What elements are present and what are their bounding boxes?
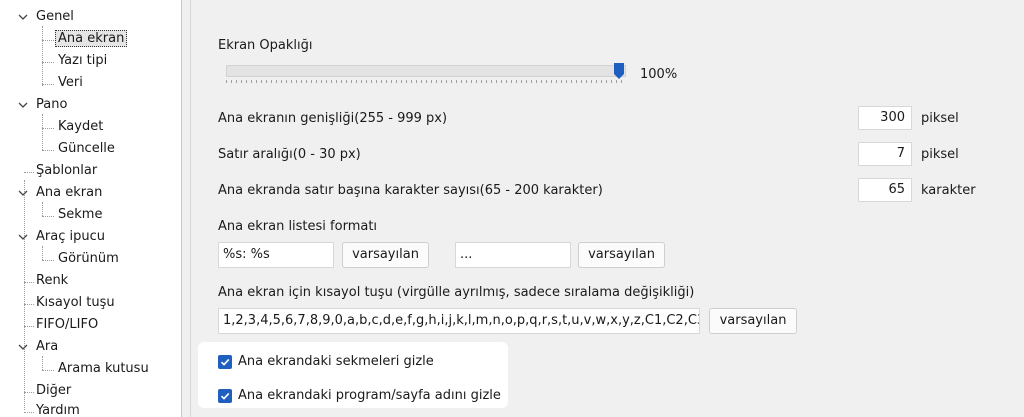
tree-item-label: Ana ekran	[55, 30, 128, 47]
tree-item-pano[interactable]: Pano	[33, 95, 70, 115]
width-label: Ana ekranın genişliği(255 - 999 px)	[218, 111, 448, 126]
line-spacing-input[interactable]: 7	[858, 142, 912, 166]
tree-item-label: Görünüm	[58, 251, 119, 266]
checkbox-checked-icon[interactable]	[218, 355, 232, 369]
tree-item-renk[interactable]: Renk	[33, 271, 71, 291]
tree-item-label: Araç ipucu	[36, 229, 105, 244]
list-format-label: Ana ekran listesi formatı	[218, 219, 378, 234]
settings-tree[interactable]: Genel Ana ekran Yazı tipi Veri Pano Kayd…	[0, 0, 182, 417]
tree-guide	[42, 246, 43, 260]
shortcut-label: Ana ekran için kısayol tuşu (virgülle ay…	[218, 285, 695, 300]
tree-guide	[42, 202, 43, 216]
tree-item-label: Kaydet	[58, 119, 104, 134]
tree-item-kaydet[interactable]: Kaydet	[55, 117, 106, 137]
line-spacing-label: Satır aralığı(0 - 30 px)	[218, 147, 361, 162]
line-spacing-unit: piksel	[921, 147, 959, 162]
tree-item-label: FIFO/LIFO	[36, 317, 99, 332]
chars-per-line-label: Ana ekranda satır başına karakter sayısı…	[218, 183, 603, 198]
tree-item-label: Pano	[36, 97, 68, 112]
tree-item-veri[interactable]: Veri	[55, 73, 86, 93]
tree-item-label: Ana ekran	[36, 185, 103, 200]
chevron-down-icon[interactable]	[18, 96, 30, 116]
hide-program-label: Ana ekrandaki program/sayfa adını gizle	[238, 388, 501, 403]
hide-tabs-label: Ana ekrandaki sekmeleri gizle	[238, 354, 434, 369]
tree-item-label: Diğer	[36, 383, 72, 398]
tree-item-ara[interactable]: Ara	[33, 337, 61, 357]
tree-item-yardim[interactable]: Yardım	[33, 401, 83, 417]
tree-item-diger[interactable]: Diğer	[33, 381, 74, 401]
tree-item-fifo-lifo[interactable]: FIFO/LIFO	[33, 315, 101, 335]
tree-item-label: Arama kutusu	[58, 361, 149, 376]
tree-guide	[24, 180, 25, 410]
tree-item-guncelle[interactable]: Güncelle	[55, 139, 118, 159]
tree-item-arac-ipucu[interactable]: Araç ipucu	[33, 227, 108, 247]
tree-item-label: Güncelle	[58, 141, 115, 156]
tree-guide	[42, 128, 54, 129]
tree-item-yazi-tipi[interactable]: Yazı tipi	[55, 51, 110, 71]
opacity-label: Ekran Opaklığı	[218, 38, 313, 53]
tree-guide	[42, 216, 54, 217]
tree-guide	[42, 84, 54, 85]
tree-item-label: Veri	[58, 75, 83, 90]
shortcut-default-button[interactable]: varsayılan	[709, 308, 797, 334]
chars-per-line-unit: karakter	[921, 183, 976, 198]
tree-guide	[42, 40, 54, 41]
tree-guide	[42, 114, 43, 150]
tree-item-label: Yazı tipi	[58, 53, 108, 68]
opacity-slider-thumb[interactable]	[614, 63, 624, 79]
tree-item-sekme[interactable]: Sekme	[55, 205, 105, 225]
tree-item-ana-ekran[interactable]: Ana ekran	[55, 29, 128, 49]
tree-item-label: Kısayol tuşu	[36, 295, 115, 310]
tree-guide	[42, 62, 54, 63]
opacity-slider-track[interactable]	[226, 65, 626, 77]
tree-item-ana-ekran-group[interactable]: Ana ekran	[33, 183, 105, 203]
tree-item-sablonlar[interactable]: Şablonlar	[33, 161, 100, 181]
list-format-default-button-2[interactable]: varsayılan	[578, 242, 665, 268]
opacity-slider-ticks	[226, 80, 626, 83]
tree-item-label: Sekme	[58, 207, 103, 222]
chevron-down-icon[interactable]	[18, 8, 30, 28]
tree-item-label: Yardım	[36, 403, 80, 417]
list-format-default-button-1[interactable]: varsayılan	[342, 242, 429, 268]
checkbox-checked-icon[interactable]	[218, 389, 232, 403]
tree-item-genel[interactable]: Genel	[33, 7, 77, 27]
chars-per-line-input[interactable]: 65	[858, 178, 912, 202]
chevron-down-icon[interactable]	[18, 184, 30, 204]
opacity-value: 100%	[640, 67, 678, 82]
tree-item-label: Genel	[36, 9, 74, 24]
tree-guide	[42, 26, 43, 86]
tree-item-gorunum[interactable]: Görünüm	[55, 249, 122, 269]
tree-item-kisayol-tusu[interactable]: Kısayol tuşu	[33, 293, 118, 313]
list-format-input-2[interactable]: ...	[455, 242, 571, 268]
chevron-down-icon[interactable]	[18, 338, 30, 358]
shortcut-input[interactable]: 1,2,3,4,5,6,7,8,9,0,a,b,c,d,e,f,g,h,i,j,…	[218, 308, 700, 334]
chevron-down-icon[interactable]	[18, 228, 30, 248]
tree-item-arama-kutusu[interactable]: Arama kutusu	[55, 359, 152, 379]
tree-item-label: Şablonlar	[36, 163, 98, 178]
tree-item-label: Renk	[36, 273, 69, 288]
width-input[interactable]: 300	[858, 106, 912, 130]
list-format-input-1[interactable]: %s: %s	[218, 242, 334, 268]
tree-guide	[42, 356, 43, 370]
tree-guide	[42, 370, 54, 371]
tree-guide	[42, 150, 54, 151]
width-unit: piksel	[921, 111, 959, 126]
tree-item-label: Ara	[36, 339, 59, 354]
tree-guide	[42, 260, 54, 261]
